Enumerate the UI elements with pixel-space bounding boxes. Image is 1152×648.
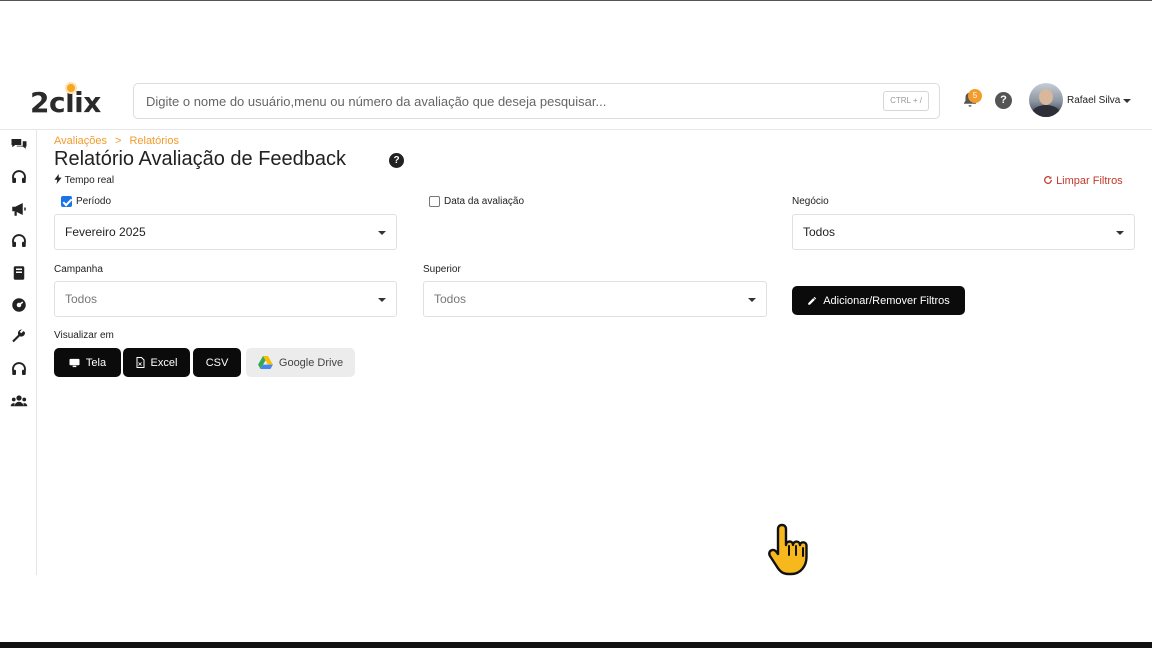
view-screen-button[interactable]: Tela (54, 348, 121, 377)
periodo-checkbox[interactable] (61, 196, 72, 207)
search-shortcut-hint: CTRL + / (883, 91, 929, 111)
view-excel-button[interactable]: Excel (123, 348, 190, 377)
view-excel-label: Excel (150, 356, 178, 369)
negocio-select[interactable]: Todos (792, 214, 1135, 250)
google-drive-icon (257, 356, 273, 369)
top-border (0, 0, 1152, 1)
chat-icon[interactable] (10, 136, 28, 154)
avatar[interactable] (1029, 83, 1063, 117)
view-google-drive-label: Google Drive (278, 356, 344, 369)
negocio-label: Negócio (792, 196, 829, 207)
periodo-select-value: Fevereiro 2025 (65, 225, 146, 239)
breadcrumb-separator: > (115, 135, 122, 147)
monitor-icon (69, 358, 80, 367)
realtime-indicator[interactable]: Tempo real (54, 174, 114, 186)
sidebar (0, 130, 37, 575)
campanha-select-value: Todos (65, 292, 98, 306)
chevron-down-icon (378, 298, 386, 302)
periodo-select[interactable]: Fevereiro 2025 (54, 214, 397, 250)
view-csv-button[interactable]: CSV (193, 348, 241, 377)
superior-select[interactable]: Todos (423, 281, 767, 317)
screen: 2clix CTRL + / 5 ? Rafael Silva (0, 0, 1152, 648)
avatar-face (1039, 89, 1053, 105)
search-box[interactable]: CTRL + / (133, 83, 940, 119)
top-header: 2clix CTRL + / 5 ? Rafael Silva (0, 73, 1152, 130)
help-icon[interactable]: ? (995, 92, 1012, 109)
notification-badge: 5 (968, 89, 982, 103)
headset-icon[interactable] (10, 232, 28, 250)
periodo-label: Período (76, 196, 112, 207)
clear-filters-link[interactable]: Limpar Filtros (1043, 175, 1123, 187)
breadcrumb-item-avaliacoes[interactable]: Avaliações (54, 135, 107, 147)
pencil-icon (808, 296, 817, 305)
superior-label: Superior (423, 264, 461, 275)
add-remove-filters-button[interactable]: Adicionar/Remover Filtros (792, 286, 965, 315)
wrench-icon[interactable] (10, 328, 28, 346)
team-icon[interactable] (10, 392, 28, 410)
logo-dot (67, 84, 75, 92)
data-avaliacao-checkbox[interactable] (429, 196, 440, 207)
chevron-down-icon (748, 298, 756, 302)
refresh-icon (1044, 176, 1052, 184)
add-remove-filters-label: Adicionar/Remover Filtros (823, 294, 950, 307)
view-google-drive-button[interactable]: Google Drive (246, 348, 355, 377)
search-input[interactable] (146, 84, 866, 118)
realtime-label: Tempo real (64, 175, 115, 186)
breadcrumb: Avaliações > Relatórios (54, 135, 179, 147)
page-title: Relatório Avaliação de Feedback (54, 148, 347, 170)
view-screen-label: Tela (85, 356, 107, 369)
campanha-label: Campanha (54, 264, 103, 275)
view-label: Visualizar em (54, 330, 114, 341)
breadcrumb-item-relatorios[interactable]: Relatórios (129, 135, 179, 147)
bottom-border (0, 642, 1152, 648)
chevron-down-icon (378, 231, 386, 235)
hand-cursor-icon (768, 523, 808, 576)
chevron-down-icon (1116, 231, 1124, 235)
lightning-icon (54, 174, 62, 184)
avatar-body (1032, 105, 1060, 117)
chevron-down-icon[interactable] (1123, 99, 1131, 103)
negocio-select-value: Todos (803, 225, 836, 239)
superior-select-value: Todos (434, 292, 467, 306)
user-name[interactable]: Rafael Silva (1067, 95, 1120, 106)
headset-icon[interactable] (10, 360, 28, 378)
file-icon (136, 357, 145, 368)
view-csv-label: CSV (205, 356, 229, 369)
logo[interactable]: 2clix (30, 86, 101, 119)
help-icon[interactable]: ? (389, 153, 404, 168)
dashboard-icon[interactable] (10, 296, 28, 314)
campanha-select[interactable]: Todos (54, 281, 397, 317)
clear-filters-label: Limpar Filtros (1056, 175, 1123, 187)
book-icon[interactable] (10, 264, 28, 282)
data-avaliacao-label: Data da avaliação (444, 196, 525, 207)
megaphone-icon[interactable] (10, 200, 28, 218)
headset-icon[interactable] (10, 168, 28, 186)
